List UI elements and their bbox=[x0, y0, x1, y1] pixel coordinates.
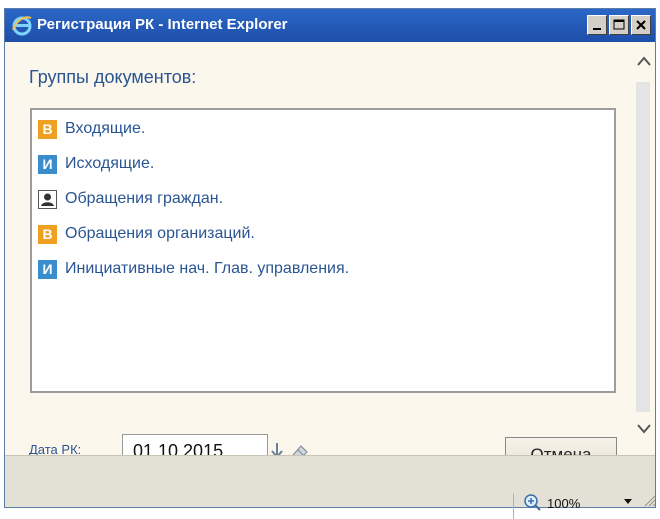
minimize-icon bbox=[593, 28, 601, 30]
maximize-icon bbox=[613, 19, 625, 30]
scroll-up-icon[interactable] bbox=[636, 54, 652, 68]
list-item-label: Обращения граждан. bbox=[65, 190, 224, 207]
resize-grip-icon[interactable] bbox=[643, 493, 655, 507]
list-item-organization-appeals[interactable]: В Обращения организаций. bbox=[38, 222, 255, 246]
vertical-scrollbar[interactable] bbox=[633, 42, 655, 455]
scroll-down-icon[interactable] bbox=[636, 422, 652, 436]
list-item-label: Входящие. bbox=[65, 120, 146, 137]
title-bar[interactable]: Регистрация РК - Internet Explorer bbox=[5, 9, 655, 42]
close-button[interactable] bbox=[631, 15, 651, 35]
list-item-citizen-appeals[interactable]: Обращения граждан. bbox=[38, 187, 223, 211]
list-item-label: Инициативные нач. Глав. управления. bbox=[65, 260, 350, 277]
window-title: Регистрация РК - Internet Explorer bbox=[37, 16, 288, 33]
list-item-label: Исходящие. bbox=[65, 155, 155, 172]
maximize-button[interactable] bbox=[609, 15, 629, 35]
chevron-down-icon[interactable] bbox=[623, 497, 633, 505]
incoming-badge-icon: В bbox=[38, 119, 57, 139]
document-groups-title: Группы документов: bbox=[29, 67, 197, 87]
zoom-level: 100% bbox=[547, 496, 581, 511]
outgoing-badge-icon: И bbox=[38, 154, 57, 174]
minimize-button[interactable] bbox=[587, 15, 607, 35]
scrollbar-track[interactable] bbox=[636, 82, 650, 412]
ie-dialog-window: Регистрация РК - Internet Explorer Групп… bbox=[4, 8, 656, 519]
document-groups-list[interactable]: В Входящие. И Исходящие. Обращения гражд… bbox=[30, 108, 616, 393]
zoom-icon bbox=[524, 494, 541, 511]
zoom-control[interactable]: 100% bbox=[513, 493, 655, 519]
status-bar: 100% bbox=[5, 455, 655, 519]
initiative-badge-icon: И bbox=[38, 259, 57, 279]
list-item-outgoing[interactable]: И Исходящие. bbox=[38, 152, 154, 176]
close-icon bbox=[636, 20, 646, 30]
list-item-label: Обращения организаций. bbox=[65, 225, 255, 242]
organization-badge-icon: В bbox=[38, 224, 57, 244]
list-item-incoming[interactable]: В Входящие. bbox=[38, 117, 145, 141]
internet-explorer-icon bbox=[12, 16, 32, 36]
list-item-initiative[interactable]: И Инициативные нач. Глав. управления. bbox=[38, 257, 349, 281]
person-icon bbox=[38, 189, 57, 209]
